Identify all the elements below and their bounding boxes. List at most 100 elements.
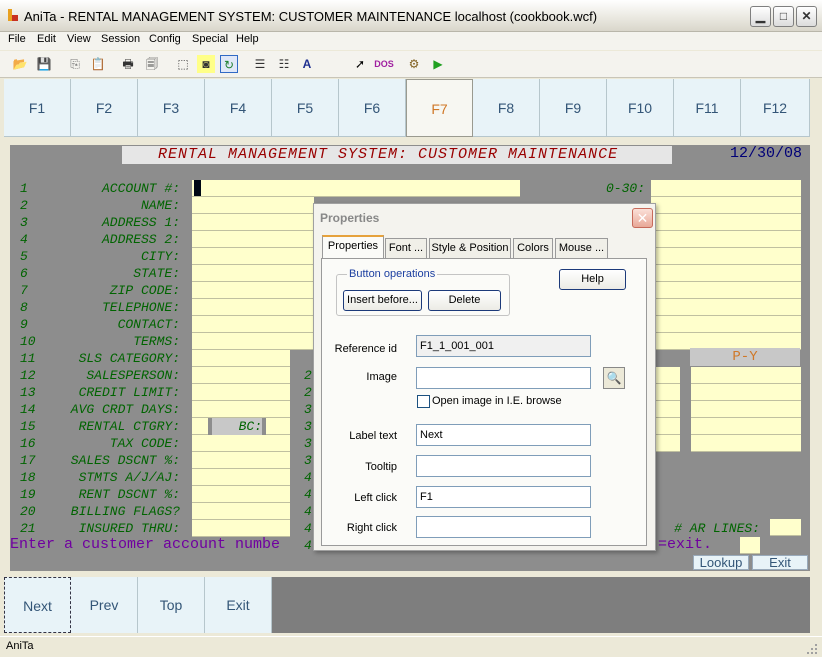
py-field[interactable]: [691, 418, 801, 435]
py-field[interactable]: [691, 384, 801, 401]
menu-session[interactable]: Session: [101, 33, 140, 45]
py-field[interactable]: [691, 401, 801, 418]
salesperson-field[interactable]: [192, 367, 290, 384]
state-field[interactable]: [192, 265, 314, 282]
ar-lines-field[interactable]: [770, 519, 801, 536]
py-field[interactable]: [691, 435, 801, 452]
save-icon[interactable]: 💾: [35, 55, 53, 73]
mid-right-field[interactable]: [656, 435, 680, 452]
menu-help[interactable]: Help: [236, 33, 259, 45]
paste-icon[interactable]: 📋: [89, 55, 107, 73]
play-icon[interactable]: ▶: [429, 55, 447, 73]
mid-right-field[interactable]: [656, 401, 680, 418]
fkey-f5[interactable]: F5: [272, 79, 339, 137]
contact-field[interactable]: [192, 316, 314, 333]
mid-right-field[interactable]: [656, 418, 680, 435]
credit-limit-field[interactable]: [192, 384, 290, 401]
tab-font[interactable]: Font ...: [385, 238, 427, 258]
menu-special[interactable]: Special: [192, 33, 228, 45]
billing-flags-field[interactable]: [192, 503, 290, 520]
select-icon[interactable]: ⬚: [174, 55, 192, 73]
exit-button[interactable]: Exit: [205, 577, 272, 633]
maximize-button[interactable]: □: [773, 6, 794, 27]
fkey-f9[interactable]: F9: [540, 79, 607, 137]
menu-edit[interactable]: Edit: [37, 33, 56, 45]
aging-field[interactable]: [651, 316, 801, 333]
prompt-field[interactable]: [740, 537, 760, 554]
fkey-f4[interactable]: F4: [205, 79, 272, 137]
tab-style-position[interactable]: Style & Position: [429, 238, 511, 258]
tab-properties[interactable]: Properties: [322, 235, 384, 259]
mid-right-field[interactable]: [656, 367, 680, 384]
toggle-icon[interactable]: ◙: [197, 55, 215, 73]
fkey-f6[interactable]: F6: [339, 79, 406, 137]
rent-dscnt-field[interactable]: [192, 486, 290, 503]
right-click-field[interactable]: [416, 516, 591, 538]
aging-field[interactable]: [651, 299, 801, 316]
fkey-f2[interactable]: F2: [71, 79, 138, 137]
fkey-f7[interactable]: F7: [406, 79, 473, 137]
terms-field[interactable]: [192, 333, 314, 350]
screen-exit-button[interactable]: Exit: [752, 555, 808, 570]
aging-field[interactable]: [651, 180, 801, 197]
insert-before-button[interactable]: Insert before...: [343, 290, 422, 311]
fkey-f12[interactable]: F12: [741, 79, 810, 137]
print-icon[interactable]: 🖶: [119, 55, 137, 73]
fkey-f3[interactable]: F3: [138, 79, 205, 137]
menu-view[interactable]: View: [67, 33, 91, 45]
browse-image-icon[interactable]: 🔍: [603, 367, 625, 389]
aging-field[interactable]: [651, 248, 801, 265]
list-detail-icon[interactable]: ☷: [275, 55, 293, 73]
bc-field[interactable]: [266, 418, 290, 435]
open-image-checkbox[interactable]: [417, 395, 430, 408]
settings-icon[interactable]: ⚙: [405, 55, 423, 73]
zip-field[interactable]: [192, 282, 314, 299]
minimize-button[interactable]: ▁: [750, 6, 771, 27]
delete-button[interactable]: Delete: [428, 290, 501, 311]
refresh-icon[interactable]: ↻: [220, 55, 238, 73]
dialog-close-button[interactable]: ✕: [632, 208, 653, 228]
aging-field[interactable]: [651, 197, 801, 214]
aging-field[interactable]: [651, 231, 801, 248]
next-button[interactable]: Next: [4, 577, 71, 633]
account-field[interactable]: [192, 180, 520, 197]
tooltip-field[interactable]: [416, 455, 591, 477]
help-button[interactable]: Help: [559, 269, 626, 290]
pointer-help-icon[interactable]: ➚: [351, 55, 369, 73]
fkey-f1[interactable]: F1: [4, 79, 71, 137]
stmts-field[interactable]: [192, 469, 290, 486]
address2-field[interactable]: [192, 231, 314, 248]
print-preview-icon[interactable]: 🗐: [143, 55, 161, 73]
mid-right-field[interactable]: [656, 384, 680, 401]
fkey-f8[interactable]: F8: [473, 79, 540, 137]
name-field[interactable]: [192, 197, 314, 214]
rental-ctgry-field[interactable]: [192, 418, 208, 435]
menu-file[interactable]: File: [8, 33, 26, 45]
lookup-button[interactable]: Lookup: [693, 555, 749, 570]
fkey-f11[interactable]: F11: [674, 79, 741, 137]
sls-category-field[interactable]: [192, 350, 290, 367]
list-icon[interactable]: ☰: [251, 55, 269, 73]
menu-config[interactable]: Config: [149, 33, 181, 45]
sales-dscnt-field[interactable]: [192, 452, 290, 469]
open-folder-icon[interactable]: 📂: [11, 55, 29, 73]
reference-id-field[interactable]: F1_1_001_001: [416, 335, 591, 357]
dos-icon[interactable]: DOS: [374, 55, 394, 73]
address1-field[interactable]: [192, 214, 314, 231]
tab-colors[interactable]: Colors: [513, 238, 553, 258]
fkey-f10[interactable]: F10: [607, 79, 674, 137]
left-click-field[interactable]: F1: [416, 486, 591, 508]
top-button[interactable]: Top: [138, 577, 205, 633]
py-field[interactable]: [691, 367, 801, 384]
prev-button[interactable]: Prev: [71, 577, 138, 633]
aging-field[interactable]: [651, 282, 801, 299]
font-icon[interactable]: A: [298, 55, 316, 73]
image-field[interactable]: [416, 367, 591, 389]
label-text-field[interactable]: Next: [416, 424, 591, 446]
city-field[interactable]: [192, 248, 314, 265]
close-button[interactable]: ✕: [796, 6, 817, 27]
resize-grip-icon[interactable]: [806, 643, 818, 655]
avg-crdt-days-field[interactable]: [192, 401, 290, 418]
telephone-field[interactable]: [192, 299, 314, 316]
tab-mouse[interactable]: Mouse ...: [555, 238, 608, 258]
